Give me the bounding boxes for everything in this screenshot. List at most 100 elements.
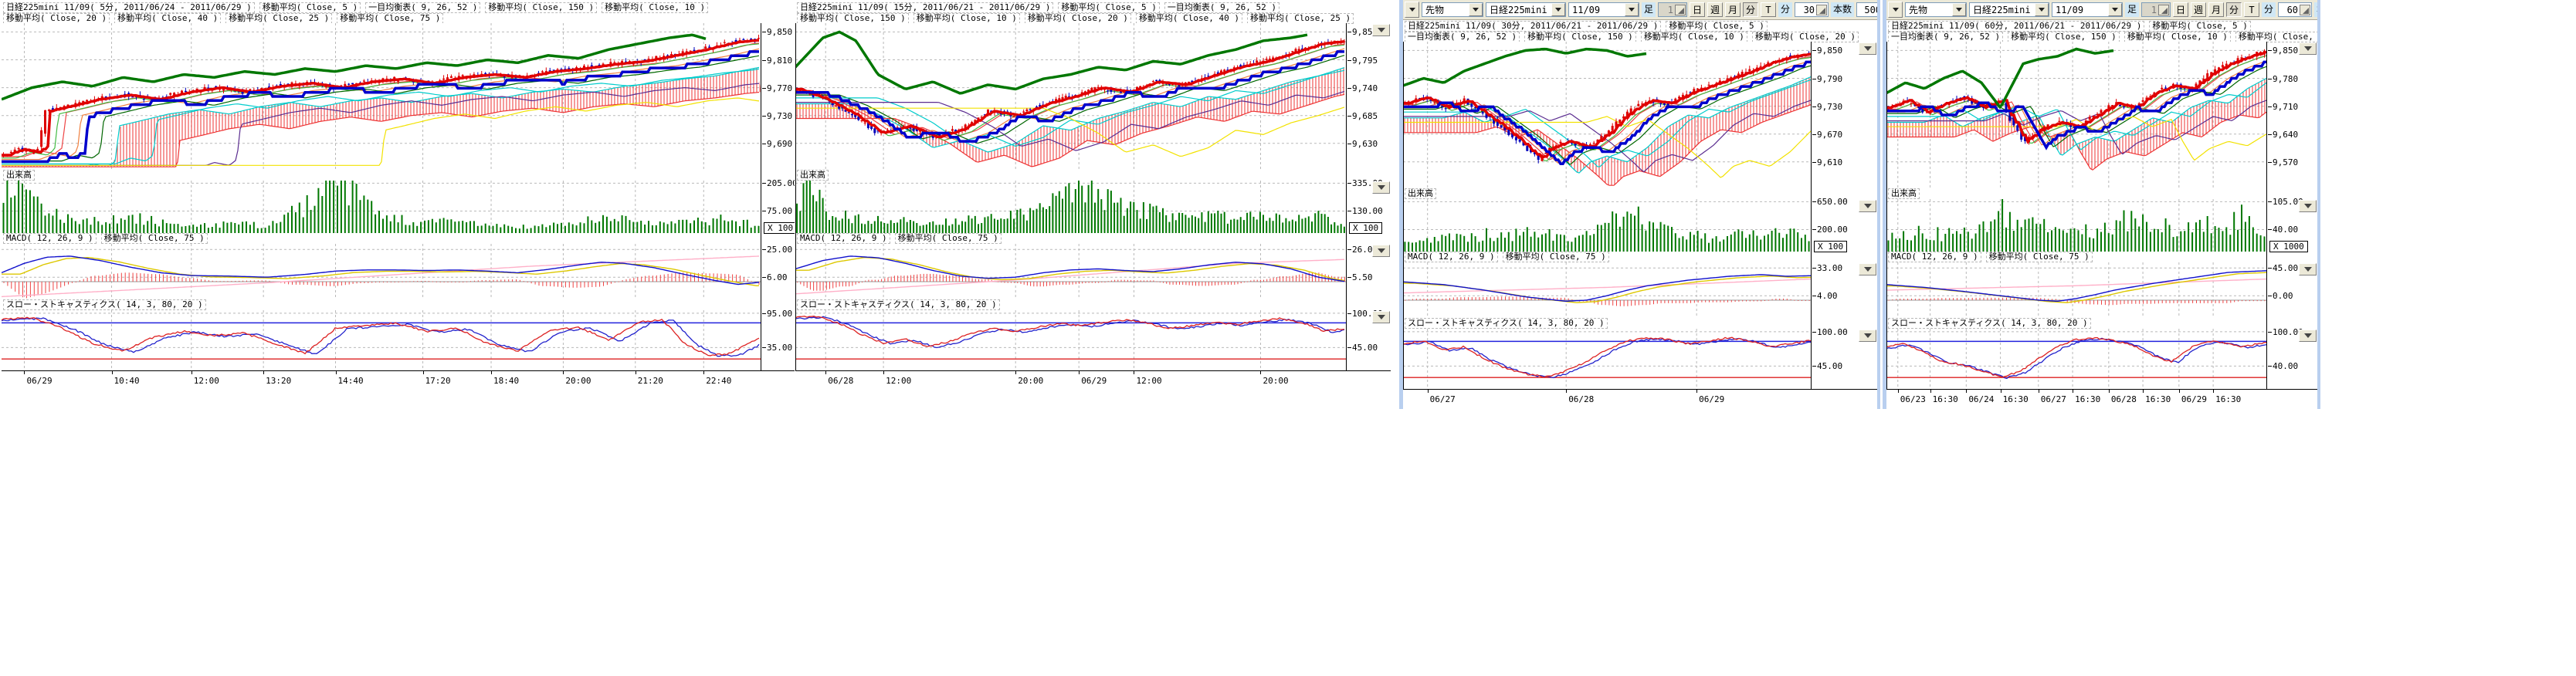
volume-pane[interactable]	[1886, 199, 2266, 252]
collapse-price-section-button[interactable]	[2299, 42, 2317, 55]
volume-section-label: 出来高	[1888, 188, 1920, 199]
volume-chart[interactable]	[1403, 199, 1811, 252]
minutes-spinner[interactable]: 60	[2278, 2, 2312, 17]
axis-tick-label: 9,690	[767, 139, 792, 149]
volume-pane[interactable]	[795, 181, 1346, 233]
collapse-volume-section-button[interactable]	[1859, 200, 1876, 212]
price-chart[interactable]	[1403, 42, 1811, 188]
bar-value: 1	[2151, 5, 2157, 15]
time-tick-mark	[1566, 390, 1567, 393]
collapse-volume-section-button[interactable]	[1372, 181, 1390, 194]
price-chart[interactable]	[795, 23, 1346, 170]
axis-tick-label: 9,640	[2273, 130, 2298, 140]
axis-tick-label: 9,730	[767, 111, 792, 121]
macd-chart[interactable]	[1886, 262, 2266, 318]
macd-pane[interactable]	[2, 244, 761, 299]
macd-section-label: 移動平均( Close, 75 )	[1986, 252, 2093, 262]
stochastics-pane[interactable]	[1403, 329, 1811, 389]
stochastics-pane[interactable]	[795, 310, 1346, 370]
price-pane[interactable]	[2, 23, 761, 170]
time-tick-mark	[1930, 390, 1931, 393]
minutes-label: 分	[2262, 2, 2276, 17]
period-button-0[interactable]: 日	[2173, 2, 2188, 17]
toolbar-menu-button[interactable]	[1405, 2, 1419, 18]
macd-section-label: MACD( 12, 26, 9 )	[1405, 252, 1498, 262]
market-type-select[interactable]: 先物	[1422, 2, 1483, 17]
macd-pane[interactable]	[1886, 262, 2266, 318]
chevron-down-icon	[2304, 204, 2312, 208]
macd-chart[interactable]	[1403, 262, 1811, 318]
chart-legend-row-2: 一目均衡表( 9, 26, 52 )移動平均( Close, 150 )移動平均…	[1405, 32, 1877, 42]
legend-item: 移動平均( Close, 20 )	[1752, 32, 1859, 42]
period-button-3[interactable]: 分	[1743, 2, 1758, 17]
collapse-macd-section-button[interactable]	[2299, 263, 2317, 275]
stochastics-chart[interactable]	[1886, 329, 2266, 389]
stochastics-pane[interactable]	[2, 310, 761, 370]
axis-tick-label: 25.00	[767, 245, 792, 255]
price-pane[interactable]	[1403, 42, 1811, 188]
axis-tick-label: 9,780	[2273, 74, 2298, 84]
period-button-1[interactable]: 週	[1707, 2, 1723, 17]
price-pane[interactable]	[795, 23, 1346, 170]
collapse-stoch-section-button[interactable]	[2299, 330, 2317, 342]
period-button-0[interactable]: 日	[1690, 2, 1705, 17]
collapse-macd-section-button[interactable]	[1859, 263, 1876, 275]
macd-chart[interactable]	[2, 244, 761, 299]
period-button-4[interactable]: T	[2244, 2, 2259, 17]
time-tick-label: 10:40	[114, 376, 140, 386]
contract-select[interactable]: 11/09	[1568, 2, 1639, 17]
collapse-price-section-button[interactable]	[1859, 42, 1876, 55]
chevron-down-icon[interactable]	[1469, 3, 1483, 16]
minutes-spinner[interactable]: 30	[1795, 2, 1829, 17]
chevron-down-icon[interactable]	[2108, 3, 2122, 16]
chevron-down-icon	[1378, 28, 1385, 32]
market-type-select[interactable]: 先物	[1905, 2, 1967, 17]
price-chart[interactable]	[2, 23, 761, 170]
volume-chart[interactable]	[795, 181, 1346, 233]
axis-tick-label: 9,770	[767, 83, 792, 93]
period-button-1[interactable]: 週	[2191, 2, 2206, 17]
chevron-down-icon[interactable]	[1551, 3, 1565, 16]
collapse-macd-section-button[interactable]	[1372, 245, 1390, 257]
bar-value: 1	[1668, 5, 1673, 15]
macd-pane[interactable]	[795, 244, 1346, 299]
stochastics-chart[interactable]	[2, 310, 761, 370]
chevron-down-icon	[1378, 185, 1385, 190]
chevron-down-icon[interactable]	[2035, 3, 2049, 16]
time-tick-label: 06/27	[2041, 394, 2066, 404]
volume-pane[interactable]	[1403, 199, 1811, 252]
macd-chart[interactable]	[795, 244, 1346, 299]
chevron-down-icon[interactable]	[1952, 3, 1966, 16]
time-tick-mark	[423, 371, 424, 374]
time-tick-mark	[2213, 390, 2214, 393]
stochastics-chart[interactable]	[795, 310, 1346, 370]
volume-pane[interactable]	[2, 181, 761, 233]
period-button-2[interactable]: 月	[1725, 2, 1740, 17]
chart-legend-row-1: 日経225mini 11/09( 30分, 2011/06/21 - 2011/…	[1405, 21, 1877, 32]
stochastics-pane[interactable]	[1886, 329, 2266, 389]
price-axis-line	[1811, 42, 1812, 389]
minutes-value: 60	[2287, 5, 2298, 15]
price-chart[interactable]	[1886, 42, 2266, 188]
volume-multiplier: X 1000	[2269, 241, 2308, 252]
bar-count-spinner[interactable]: 500	[1856, 2, 1877, 17]
period-button-2[interactable]: 月	[2208, 2, 2224, 17]
period-button-4[interactable]: T	[1761, 2, 1776, 17]
volume-chart[interactable]	[2, 181, 761, 233]
instrument-select[interactable]: 日経225mini	[1486, 2, 1566, 17]
collapse-price-section-button[interactable]	[1372, 24, 1390, 36]
stochastics-chart[interactable]	[1403, 329, 1811, 389]
collapse-stoch-section-button[interactable]	[1372, 311, 1390, 323]
macd-pane[interactable]	[1403, 262, 1811, 318]
toolbar-menu-button[interactable]	[1888, 2, 1903, 18]
price-pane[interactable]	[1886, 42, 2266, 188]
chevron-down-icon[interactable]	[1625, 3, 1639, 16]
collapse-volume-section-button[interactable]	[2299, 200, 2317, 212]
chart-window-2: 日経225mini 11/09( 15分, 2011/06/21 - 2011/…	[795, 2, 1391, 390]
plot-left-edge	[795, 23, 796, 370]
collapse-stoch-section-button[interactable]	[1859, 330, 1876, 342]
period-button-3[interactable]: 分	[2226, 2, 2242, 17]
volume-chart[interactable]	[1886, 199, 2266, 252]
contract-select[interactable]: 11/09	[2052, 2, 2123, 17]
instrument-select[interactable]: 日経225mini	[1969, 2, 2049, 17]
